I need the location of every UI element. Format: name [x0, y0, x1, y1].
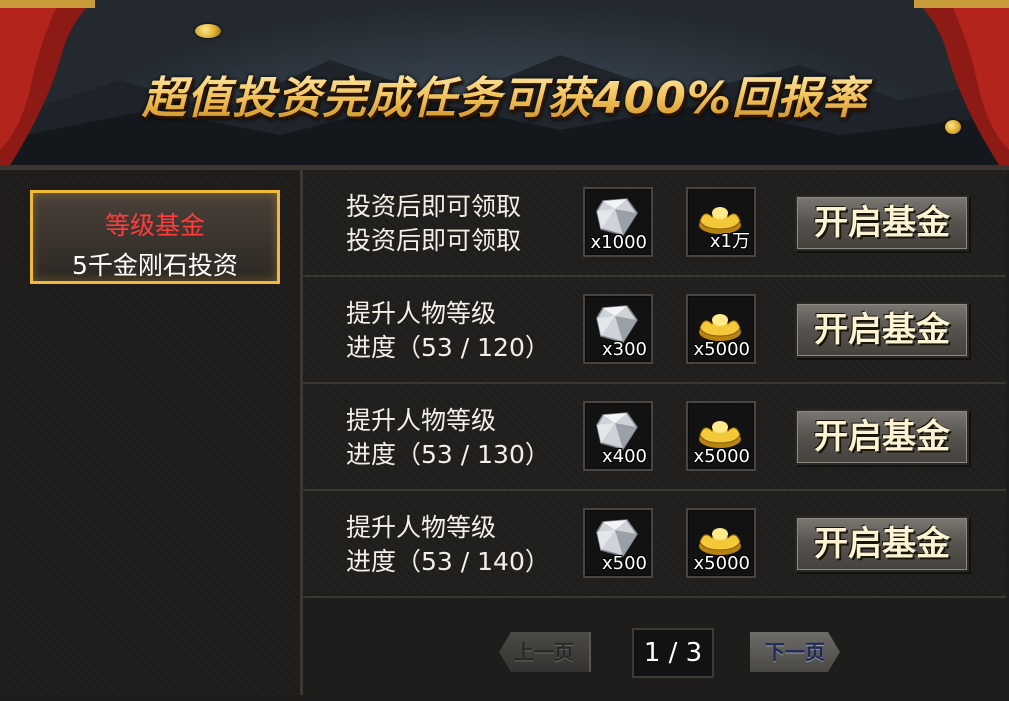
row-line-2: 进度（53 / 130） [346, 440, 550, 469]
row-line-1: 提升人物等级 [346, 406, 497, 435]
level-fund-tab[interactable]: 等级基金 5千金刚石投资 [30, 190, 280, 284]
row-line-1: 提升人物等级 [346, 299, 497, 328]
fund-panel: 等级基金 5千金刚石投资 投资后即可领取 投资后即可领取 x1000 x1万 开… [0, 168, 1009, 701]
row-line-2: 进度（53 / 140） [346, 547, 550, 576]
gold-reward-slot[interactable]: x5000 [686, 401, 756, 471]
row-description: 提升人物等级 进度（53 / 140） [346, 511, 586, 579]
open-fund-button[interactable]: 开启基金 [795, 409, 969, 465]
page-indicator: 1 / 3 [632, 628, 714, 678]
gold-quantity: x5000 [693, 553, 750, 574]
gold-quantity: x1万 [709, 231, 750, 252]
row-line-1: 投资后即可领取 [346, 192, 522, 221]
row-line-2: 投资后即可领取 [346, 226, 522, 255]
diamond-quantity: x400 [601, 446, 647, 467]
fund-row: 提升人物等级 进度（53 / 130） x400 x5000 开启基金 [303, 384, 1006, 491]
diamond-reward-slot[interactable]: x1000 [583, 187, 653, 257]
prev-page-button[interactable]: 上一页 [499, 632, 591, 672]
row-description: 提升人物等级 进度（53 / 130） [346, 404, 586, 472]
next-page-button[interactable]: 下一页 [750, 632, 840, 672]
gold-reward-slot[interactable]: x5000 [686, 508, 756, 578]
row-description: 投资后即可领取 投资后即可领取 [346, 190, 586, 258]
fund-row: 投资后即可领取 投资后即可领取 x1000 x1万 开启基金 [303, 170, 1006, 277]
fund-row: 提升人物等级 进度（53 / 140） x500 x5000 开启基金 [303, 491, 1006, 598]
gold-quantity: x5000 [693, 339, 750, 360]
diamond-quantity: x1000 [590, 232, 647, 253]
row-line-2: 进度（53 / 120） [346, 333, 550, 362]
coin-decoration [195, 24, 221, 38]
banner: 超值投资完成任务可获400%回报率 [0, 0, 1009, 168]
fund-row: 提升人物等级 进度（53 / 120） x300 x5000 开启基金 [303, 277, 1006, 384]
open-fund-button[interactable]: 开启基金 [795, 302, 969, 358]
diamond-quantity: x500 [601, 553, 647, 574]
banner-title: 超值投资完成任务可获400%回报率 [0, 62, 1009, 126]
gold-reward-slot[interactable]: x5000 [686, 294, 756, 364]
tab-title: 等级基金 [104, 211, 205, 240]
row-description: 提升人物等级 进度（53 / 120） [346, 297, 586, 365]
tab-subtitle: 5千金刚石投资 [72, 251, 238, 280]
gold-quantity: x5000 [693, 446, 750, 467]
gold-reward-slot[interactable]: x1万 [686, 187, 756, 257]
open-fund-button[interactable]: 开启基金 [795, 516, 969, 572]
diamond-quantity: x300 [601, 339, 647, 360]
sidebar: 等级基金 5千金刚石投资 [3, 170, 303, 695]
open-fund-button[interactable]: 开启基金 [795, 195, 969, 251]
row-line-1: 提升人物等级 [346, 513, 497, 542]
diamond-reward-slot[interactable]: x400 [583, 401, 653, 471]
fund-list: 投资后即可领取 投资后即可领取 x1000 x1万 开启基金 提升人物等级 进度… [303, 170, 1006, 701]
diamond-reward-slot[interactable]: x500 [583, 508, 653, 578]
diamond-reward-slot[interactable]: x300 [583, 294, 653, 364]
